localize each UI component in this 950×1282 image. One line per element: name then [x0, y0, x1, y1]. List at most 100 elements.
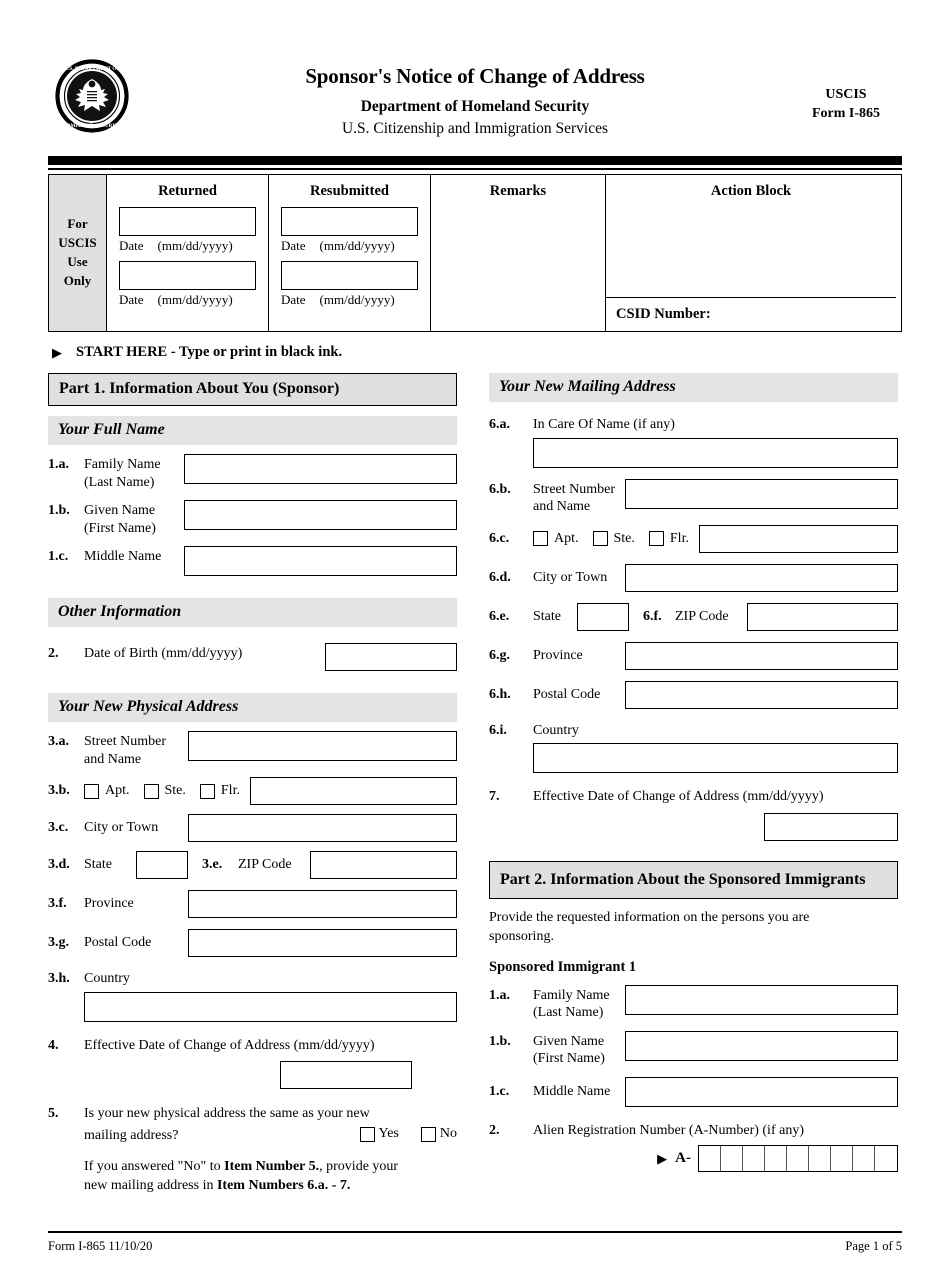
physical-flr-checkbox[interactable]: [199, 783, 215, 799]
physical-ste-checkbox[interactable]: [143, 783, 159, 799]
resubmitted-date-input-1[interactable]: [281, 207, 418, 236]
mailing-flr-label: Flr.: [669, 530, 689, 546]
field-number-3g: 3.g.: [48, 935, 69, 950]
label-line-1: Given Name: [84, 503, 156, 518]
alien-number-cell[interactable]: [875, 1146, 897, 1171]
mailing-state-input[interactable]: [577, 602, 629, 631]
field-number-3h: 3.h.: [48, 971, 70, 986]
alien-number-row: ▶ A-: [533, 1145, 898, 1173]
alien-number-cell[interactable]: [809, 1146, 831, 1172]
mailing-unit-number-input[interactable]: [698, 524, 898, 553]
date-format: (mm/dd/yyyy): [319, 292, 395, 307]
mailing-ste-checkbox[interactable]: [592, 531, 608, 546]
field-label-3d: State: [84, 857, 112, 873]
field-number-7: 7.: [489, 789, 500, 804]
mailing-country-input[interactable]: [533, 743, 898, 773]
mailing-apt-label: Apt.: [554, 530, 579, 546]
alien-number-cell[interactable]: [743, 1146, 765, 1172]
physical-unit-number-input[interactable]: [249, 777, 457, 805]
physical-apt-checkbox[interactable]: [84, 783, 99, 799]
triangle-right-icon: ▶: [52, 345, 62, 360]
immigrant-middle-name-input[interactable]: [625, 1076, 898, 1107]
field-number-2: 2.: [48, 646, 59, 661]
physical-apt-label: Apt.: [105, 783, 130, 798]
field-row-1c: 1.c. Middle Name: [48, 546, 457, 576]
mailing-zip-input[interactable]: [747, 602, 898, 631]
immigrant-given-name-input[interactable]: [625, 1030, 898, 1061]
in-care-of-label: In Care Of Name (if any): [533, 417, 675, 432]
physical-city-input[interactable]: [188, 814, 457, 842]
field-label-3g: Postal Code: [84, 935, 152, 951]
mailing-province-input[interactable]: [625, 641, 898, 670]
alien-number-cell[interactable]: [721, 1146, 743, 1172]
field-row-1a: 1.a. Family Name (Last Name): [48, 454, 457, 491]
physical-effective-date-input[interactable]: [280, 1061, 412, 1089]
mailing-street-input[interactable]: [625, 478, 898, 509]
middle-name-input[interactable]: [184, 546, 457, 576]
alien-number-cell[interactable]: [787, 1146, 809, 1172]
label-line-1: Street Number: [533, 481, 616, 497]
field-row-1b: 1.b. Given Name (First Name): [48, 500, 457, 537]
physical-street-input[interactable]: [188, 731, 457, 761]
footer-page-number: Page 1 of 5: [845, 1239, 902, 1253]
mailing-postal-code-input[interactable]: [625, 680, 898, 709]
mailing-city-input[interactable]: [625, 563, 898, 592]
family-name-input[interactable]: [184, 454, 457, 484]
physical-province-input[interactable]: [188, 890, 457, 918]
given-name-input[interactable]: [184, 500, 457, 530]
immigrant-field-row-1c: 1.c. Middle Name: [489, 1076, 898, 1107]
resubmitted-column: Resubmitted Date (mm/dd/yyyy) Date (mm/dd/…: [269, 175, 431, 331]
field-row-3a: 3.a. Street Number and Name: [48, 731, 457, 768]
mailing-flr-checkbox[interactable]: [648, 531, 664, 546]
field-number-6h: 6.h.: [489, 686, 511, 702]
label-line-1: Family Name: [84, 457, 161, 472]
label-line-2: (First Name): [533, 1051, 605, 1067]
form-identifier: USCIS Form I-865: [812, 86, 880, 124]
alien-number-input-grid[interactable]: [698, 1145, 898, 1173]
footer-rule: [48, 1230, 902, 1233]
field-label-3f: Province: [84, 896, 134, 912]
page-footer: Form I-865 11/10/20 Page 1 of 5: [48, 1230, 902, 1255]
intro-line-2: sponsoring.: [489, 928, 554, 944]
field-number-3c: 3.c.: [48, 820, 69, 835]
physical-postal-code-input[interactable]: [188, 929, 457, 957]
csid-number-row[interactable]: CSID Number:: [606, 297, 896, 331]
uscis-use-only-table: For USCIS Use Only Returned Date (mm/dd/y…: [48, 174, 902, 332]
mailing-apt-checkbox[interactable]: [533, 531, 548, 546]
same-address-no-checkbox[interactable]: [420, 1126, 436, 1142]
field-row-2-dob: 2. Date of Birth (mm/dd/yyyy): [48, 643, 457, 671]
returned-column: Returned Date (mm/dd/yyyy) Date (mm/dd/yyy…: [107, 175, 269, 331]
agency-subtitle: U.S. Citizenship and Immigration Service…: [341, 120, 609, 137]
physical-country-input[interactable]: [84, 991, 457, 1022]
mailing-effective-date-input[interactable]: [764, 812, 898, 841]
physical-zip-input[interactable]: [310, 851, 457, 879]
in-care-of-input[interactable]: [533, 437, 898, 468]
physical-flr-label: Flr.: [220, 783, 240, 798]
same-address-yes-checkbox[interactable]: [359, 1126, 375, 1142]
field-row-3c: 3.c. City or Town: [48, 814, 457, 842]
field-row-3h: 3.h. Country: [48, 968, 457, 1022]
returned-date-input-1[interactable]: [119, 207, 256, 236]
returned-date-input-2[interactable]: [119, 261, 256, 290]
note-bold-2: Item Numbers 6.a. - 7.: [216, 1177, 351, 1193]
same-address-question-line-1: Is your new physical address the same as…: [84, 1106, 370, 1121]
alien-number-cell[interactable]: [831, 1146, 853, 1172]
right-column: Your New Mailing Address 6.a. In Care Of…: [489, 373, 898, 1196]
action-block-area[interactable]: Action Block: [606, 175, 896, 297]
new-physical-address-heading: Your New Physical Address: [48, 693, 457, 722]
resubmitted-date-input-2[interactable]: [281, 261, 418, 290]
alien-number-cell[interactable]: [853, 1146, 875, 1172]
field-label-3c: City or Town: [84, 820, 159, 836]
alien-number-cell[interactable]: [699, 1146, 721, 1172]
physical-state-input[interactable]: [136, 851, 188, 879]
date-of-birth-input[interactable]: [325, 643, 457, 671]
remarks-header: Remarks: [489, 183, 547, 199]
field-number-6a: 6.a.: [489, 417, 510, 432]
immigrant-family-name-input[interactable]: [625, 984, 898, 1015]
field-number-3f: 3.f.: [48, 896, 67, 911]
immigrant-field-label-1b: Given Name (First Name): [533, 1031, 625, 1068]
field-label-1c: Middle Name: [84, 549, 162, 564]
remarks-column[interactable]: Remarks: [431, 175, 606, 331]
alien-number-cell[interactable]: [765, 1146, 787, 1172]
mailing-note-line-1: If you answered "No" to Item Number 5., …: [84, 1158, 457, 1177]
